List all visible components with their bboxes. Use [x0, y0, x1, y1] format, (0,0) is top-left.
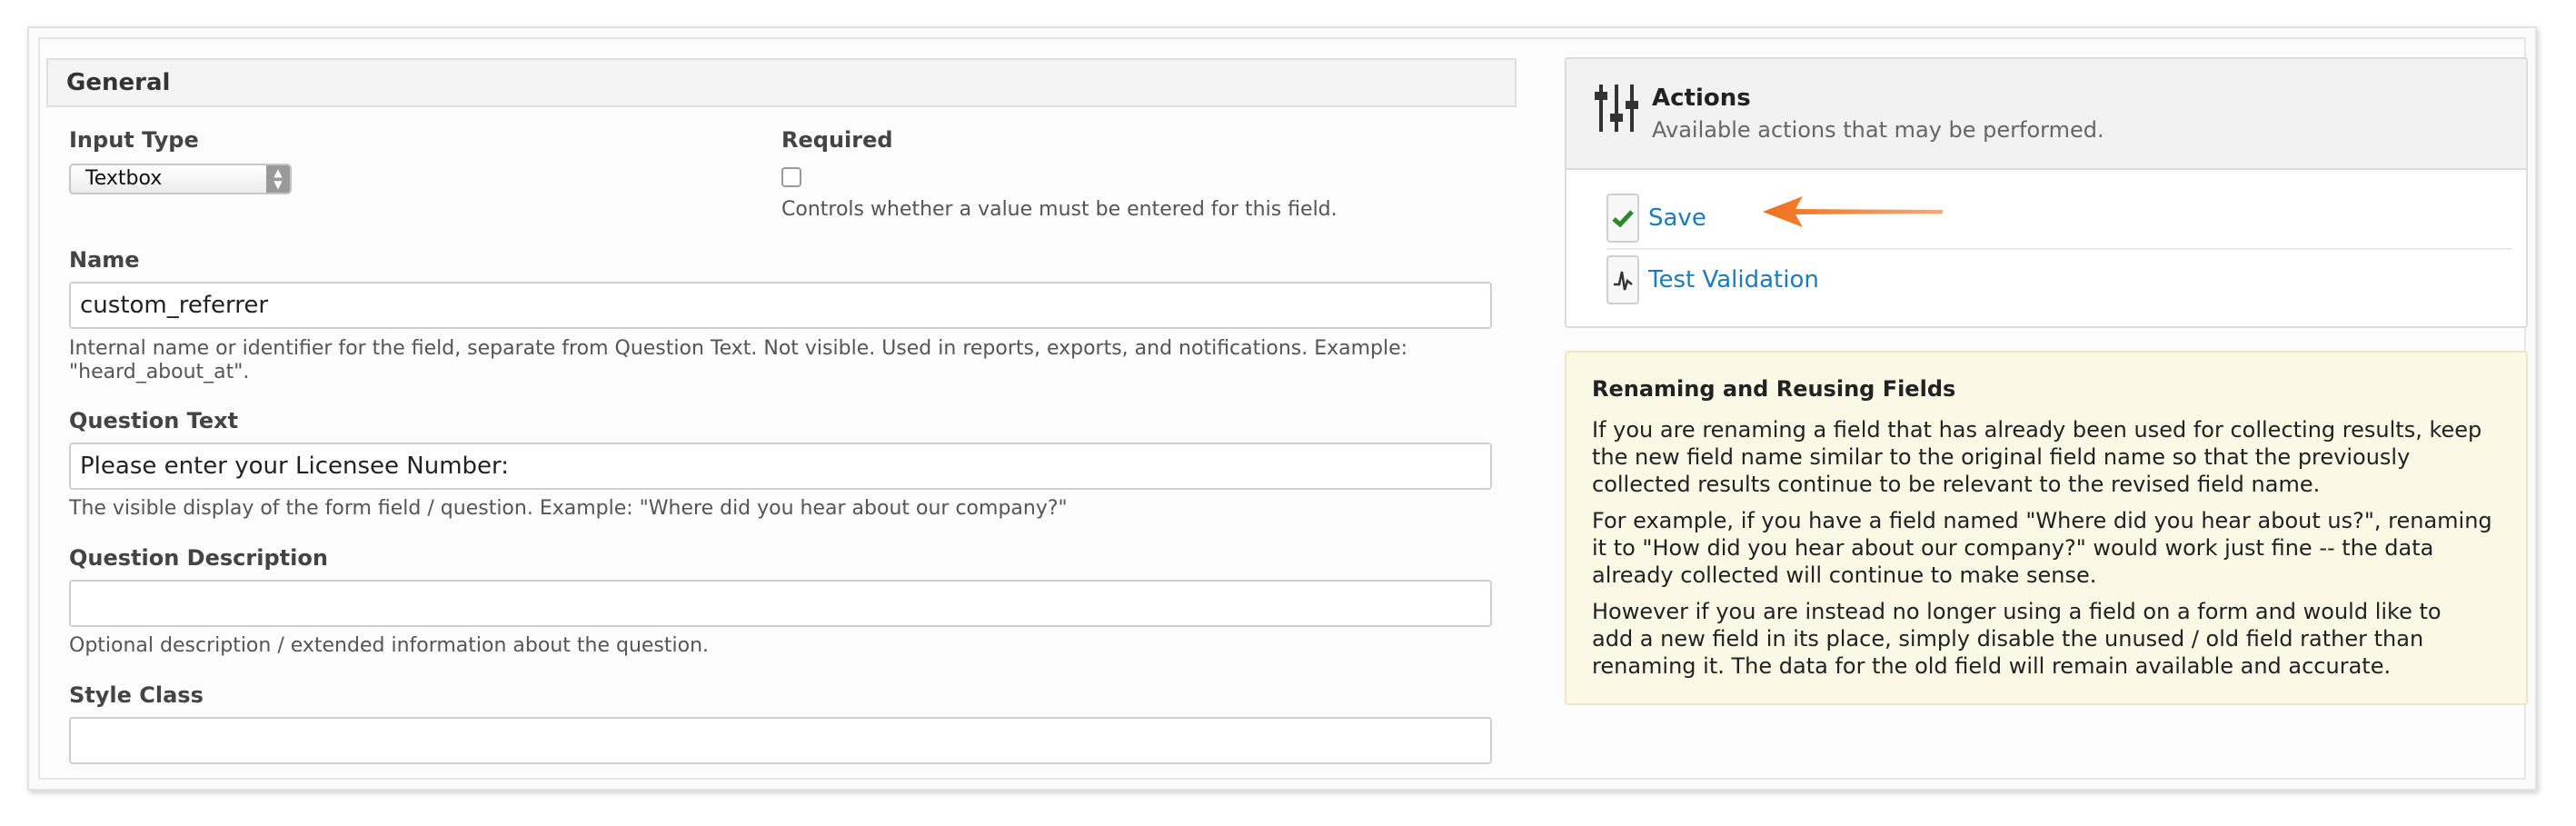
required-label: Required	[781, 127, 893, 153]
info-line: it to "How did you hear about our compan…	[1592, 535, 2434, 561]
actions-subtitle: Available actions that may be performed.	[1652, 117, 2104, 143]
select-arrows-icon: ▲ ▼	[266, 165, 290, 193]
input-type-value: Textbox	[85, 167, 163, 190]
info-paragraph-3: However if you are instead no longer usi…	[1592, 598, 2510, 680]
info-line: However if you are instead no longer usi…	[1592, 599, 2442, 624]
info-line: renaming it. The data for the old field …	[1592, 653, 2392, 679]
name-help-line-2: "heard_about_at".	[69, 361, 250, 383]
checkmark-icon[interactable]	[1606, 194, 1639, 243]
question-text-input[interactable]: Please enter your Licensee Number:	[69, 443, 1492, 490]
info-title: Renaming and Reusing Fields	[1592, 376, 1956, 402]
info-line: the new field name similar to the origin…	[1592, 444, 2411, 470]
save-link[interactable]: Save	[1648, 204, 1706, 232]
info-line: collected results continue to be relevan…	[1592, 472, 2321, 497]
info-line: already collected will continue to make …	[1592, 562, 2097, 588]
question-description-input[interactable]	[69, 580, 1492, 627]
question-description-label: Question Description	[69, 545, 328, 571]
action-divider	[1606, 248, 2511, 250]
actions-title: Actions	[1652, 85, 1751, 112]
style-class-input[interactable]	[69, 717, 1492, 764]
pulse-icon[interactable]	[1606, 255, 1639, 304]
input-type-label: Input Type	[69, 127, 199, 153]
info-line: For example, if you have a field named "…	[1592, 508, 2492, 533]
question-text-label: Question Text	[69, 408, 239, 433]
info-line: If you are renaming a field that has alr…	[1592, 417, 2482, 443]
renaming-info-box: Renaming and Reusing Fields If you are r…	[1565, 351, 2528, 705]
actions-header: Actions Available actions that may be pe…	[1566, 59, 2526, 170]
info-paragraph-2: For example, if you have a field named "…	[1592, 507, 2510, 589]
question-description-help: Optional description / extended informat…	[69, 634, 710, 657]
sliders-icon	[1595, 85, 1638, 132]
general-section-header: General	[46, 58, 1517, 107]
input-type-select[interactable]: Textbox ▲ ▼	[69, 164, 292, 194]
info-paragraph-1: If you are renaming a field that has alr…	[1592, 416, 2510, 498]
annotation-arrow-icon	[1763, 196, 1943, 227]
info-line: add a new field in its place, simply dis…	[1592, 626, 2424, 652]
actions-panel: Actions Available actions that may be pe…	[1565, 57, 2528, 328]
required-checkbox[interactable]	[781, 167, 801, 187]
style-class-label: Style Class	[69, 682, 204, 708]
name-help-line-1: Internal name or identifier for the fiel…	[69, 337, 1408, 360]
question-text-help: The visible display of the form field / …	[69, 497, 1068, 520]
required-help: Controls whether a value must be entered…	[781, 198, 1338, 221]
test-validation-link[interactable]: Test Validation	[1648, 266, 1819, 294]
name-label: Name	[69, 247, 140, 273]
name-input[interactable]: custom_referrer	[69, 282, 1492, 329]
